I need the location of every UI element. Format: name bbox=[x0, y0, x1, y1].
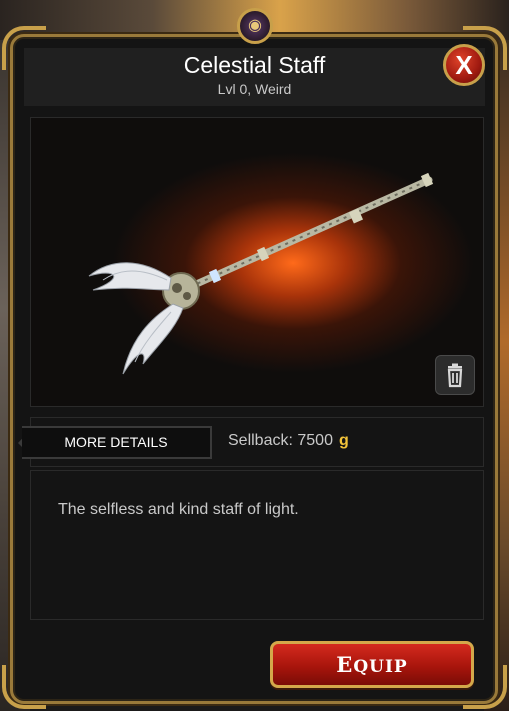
description-box bbox=[30, 470, 484, 620]
item-preview bbox=[30, 117, 484, 407]
staff-image bbox=[88, 172, 434, 375]
more-details-button[interactable]: MORE DETAILS bbox=[22, 426, 212, 459]
item-level-type: Lvl 0, Weird bbox=[217, 81, 292, 97]
equip-button[interactable]: EQUIP bbox=[270, 641, 474, 688]
equip-button-label: EQUIP bbox=[336, 652, 408, 677]
trash-icon bbox=[447, 363, 463, 388]
gold-currency-label: g bbox=[338, 432, 349, 449]
close-button[interactable]: X bbox=[443, 44, 485, 86]
trash-button[interactable] bbox=[435, 355, 475, 395]
guild-emblem-icon: ◉ bbox=[237, 8, 273, 44]
item-description: The selfless and kind staff of light. bbox=[58, 501, 299, 518]
item-title: Celestial Staff bbox=[183, 52, 326, 78]
sellback-price: Sellback: 7500 g bbox=[228, 432, 349, 450]
sellback-label: Sellback: 7500 bbox=[228, 432, 333, 449]
